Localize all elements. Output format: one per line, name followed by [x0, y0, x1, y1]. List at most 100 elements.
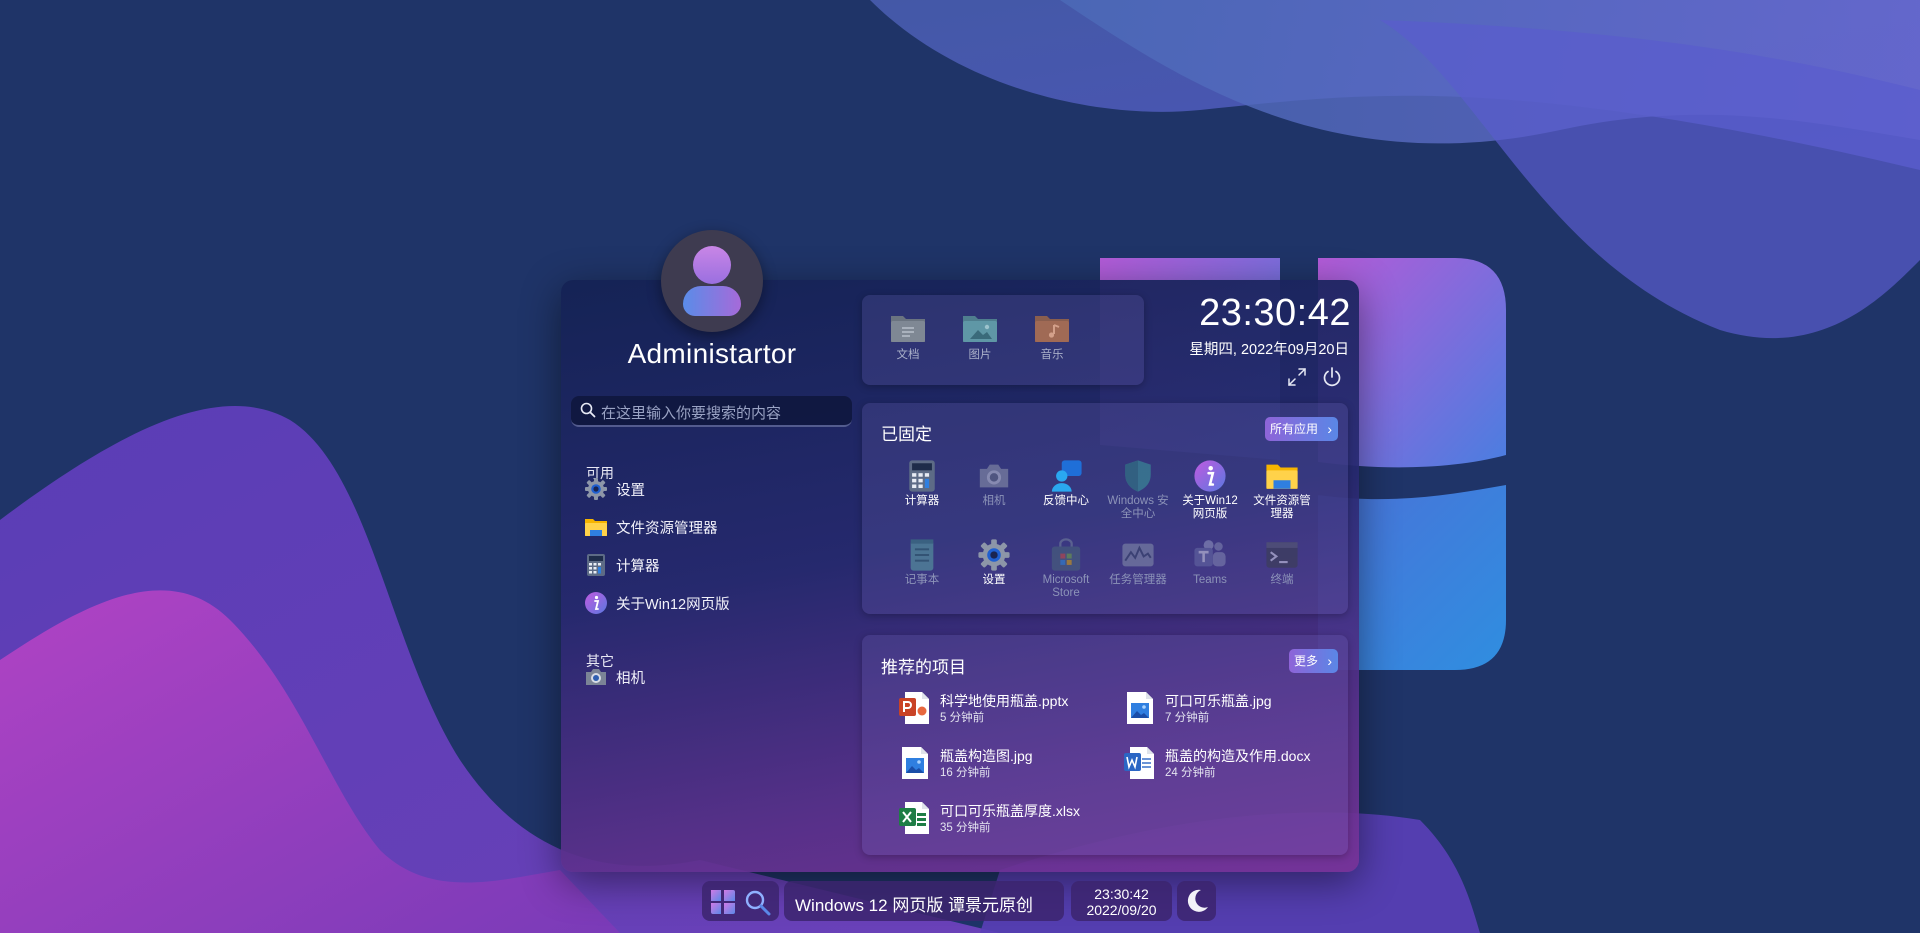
settings-icon [585, 478, 607, 500]
start-left-pane: Administartor 在这里输入你要搜索的内容 可用 设置 文件资源管理器… [561, 230, 857, 872]
pinned-camera[interactable]: 相机 [962, 459, 1026, 508]
pinned-label: Microsoft Store [1042, 574, 1090, 599]
pinned-windows-security[interactable]: Windows 安全中心 [1106, 459, 1170, 520]
documents-folder-icon [891, 316, 925, 342]
word-file-icon [1124, 747, 1154, 779]
folder-documents[interactable]: 文档 [878, 313, 938, 362]
pinned-apps-card: 已固定 所有应用 › 计算器 相机 反馈中心 Windows 安全中心 关于Wi… [862, 403, 1348, 614]
calculator-icon [909, 460, 935, 492]
terminal-icon [1266, 542, 1298, 568]
pinned-label: Teams [1193, 574, 1227, 586]
pinned-label: 相机 [982, 495, 1006, 507]
search-icon[interactable] [744, 889, 771, 916]
pinned-label: 记事本 [904, 574, 940, 586]
pinned-label: 计算器 [904, 495, 940, 507]
recommended-file-time: 5 分钟前 [940, 712, 985, 724]
search-icon [580, 402, 596, 418]
folder-music[interactable]: 音乐 [1022, 313, 1082, 362]
start-clock-date: 星期四, 2022年09月20日 [1189, 342, 1349, 358]
about-icon [1194, 460, 1226, 492]
recommended-item[interactable]: 可口可乐瓶盖.jpg 7 分钟前 [1123, 688, 1333, 728]
sidebar-item-file-explorer[interactable]: 文件资源管理器 [584, 513, 844, 541]
all-apps-button[interactable]: 所有应用 › [1264, 417, 1338, 441]
recommended-item[interactable]: 可口可乐瓶盖厚度.xlsx 35 分钟前 [898, 798, 1108, 838]
pinned-calculator[interactable]: 计算器 [890, 459, 954, 508]
chevron-right-icon: › [1327, 653, 1332, 669]
power-icon[interactable] [1321, 366, 1343, 388]
start-button-icon[interactable] [710, 889, 736, 915]
taskbar-clock[interactable]: 23:30:42 2022/09/20 [1071, 881, 1172, 921]
file-explorer-icon [1266, 464, 1298, 489]
avatar-head [693, 246, 731, 284]
start-menu: Administartor 在这里输入你要搜索的内容 可用 设置 文件资源管理器… [561, 230, 1359, 872]
taskbar-title-text: Windows 12 网页版 谭景元原创 [795, 896, 1034, 915]
sidebar-item-about[interactable]: 关于Win12网页版 [584, 589, 844, 617]
theme-toggle-button[interactable] [1177, 881, 1216, 921]
recommended-title: 推荐的项目 [881, 658, 966, 677]
search-placeholder: 在这里输入你要搜索的内容 [601, 405, 782, 422]
more-label: 更多 [1293, 654, 1318, 668]
sidebar-item-settings[interactable]: 设置 [584, 475, 844, 503]
chevron-right-icon: › [1327, 421, 1332, 437]
image-file-icon [902, 747, 928, 779]
recommended-item[interactable]: 瓶盖的构造及作用.docx 24 分钟前 [1123, 743, 1333, 783]
pinned-label: 终端 [1270, 574, 1294, 586]
recommended-file-name: 可口可乐瓶盖厚度.xlsx [940, 803, 1080, 819]
recommended-file-time: 7 分钟前 [1165, 712, 1210, 724]
taskbar-launcher [702, 881, 779, 921]
recommended-file-time: 16 分钟前 [940, 767, 991, 779]
pinned-label: Windows 安全中心 [1107, 495, 1169, 520]
taskbar-app-title[interactable]: Windows 12 网页版 谭景元原创 [784, 881, 1064, 921]
recommended-file-name: 科学地使用瓶盖.pptx [940, 693, 1069, 709]
task-manager-icon [1122, 543, 1154, 567]
pinned-label: 文件资源管理器 [1253, 495, 1311, 520]
sidebar-item-camera[interactable]: 相机 [584, 663, 844, 691]
pictures-folder-icon [963, 316, 997, 342]
recommended-file-name: 瓶盖的构造及作用.docx [1165, 748, 1311, 764]
recommended-item[interactable]: 科学地使用瓶盖.pptx 5 分钟前 [898, 688, 1108, 728]
recommended-file-time: 35 分钟前 [940, 822, 991, 834]
pinned-feedback-hub[interactable]: 反馈中心 [1034, 459, 1098, 508]
pinned-file-explorer[interactable]: 文件资源管理器 [1250, 459, 1314, 520]
sidebar-item-calculator[interactable]: 计算器 [584, 551, 844, 579]
pinned-microsoft-store[interactable]: Microsoft Store [1034, 538, 1098, 599]
calculator-icon [587, 554, 605, 576]
avatar-body [683, 286, 741, 316]
image-file-icon [1127, 692, 1153, 724]
music-folder-icon [1035, 316, 1069, 342]
folder-label: 图片 [968, 349, 992, 361]
user-name: Administartor [627, 338, 797, 369]
teams-icon [1194, 540, 1226, 567]
recommended-file-name: 可口可乐瓶盖.jpg [1165, 693, 1272, 709]
pinned-terminal[interactable]: 终端 [1250, 538, 1314, 587]
powerpoint-file-icon [899, 692, 929, 724]
taskbar-date: 2022/09/20 [1086, 902, 1157, 918]
folder-label: 音乐 [1040, 349, 1064, 361]
folder-pictures[interactable]: 图片 [950, 313, 1010, 362]
fullscreen-icon[interactable] [1286, 366, 1308, 388]
quick-folders-card: 文档 图片 音乐 [862, 295, 1144, 385]
search-box[interactable]: 在这里输入你要搜索的内容 [571, 396, 852, 427]
pinned-label: 反馈中心 [1043, 495, 1089, 507]
about-icon [585, 592, 607, 614]
windows-security-icon [1125, 460, 1151, 492]
taskbar-time: 23:30:42 [1094, 886, 1149, 902]
pinned-task-manager[interactable]: 任务管理器 [1106, 538, 1170, 587]
pinned-about[interactable]: 关于Win12网页版 [1178, 459, 1242, 520]
recommended-item[interactable]: 瓶盖构造图.jpg 16 分钟前 [898, 743, 1108, 783]
pinned-settings[interactable]: 设置 [962, 538, 1026, 587]
user-avatar[interactable] [661, 230, 763, 332]
folder-label: 文档 [896, 349, 920, 361]
sidebar-item-label: 计算器 [616, 558, 660, 575]
recommended-file-name: 瓶盖构造图.jpg [940, 748, 1033, 764]
sidebar-item-label: 相机 [616, 670, 645, 687]
moon-icon [1187, 889, 1208, 912]
pinned-notepad[interactable]: 记事本 [890, 538, 954, 587]
sidebar-item-label: 设置 [616, 482, 645, 499]
more-button[interactable]: 更多 › [1288, 649, 1338, 673]
pinned-label: 设置 [982, 574, 1006, 586]
pinned-teams[interactable]: Teams [1178, 538, 1242, 587]
file-explorer-icon [585, 519, 607, 536]
all-apps-label: 所有应用 [1269, 422, 1318, 436]
excel-file-icon [899, 802, 929, 834]
